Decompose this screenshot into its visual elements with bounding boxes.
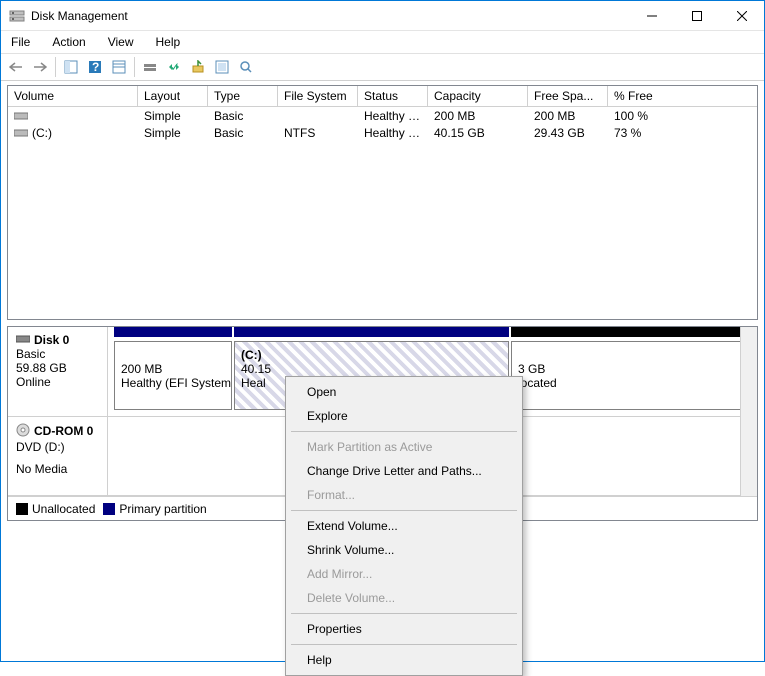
- svg-text:✓: ✓: [170, 60, 180, 74]
- column-type[interactable]: Type: [208, 86, 278, 106]
- partition-size: 200 MB: [121, 362, 225, 376]
- disk-list-button[interactable]: [139, 56, 161, 78]
- context-properties[interactable]: Properties: [289, 617, 519, 641]
- window-title: Disk Management: [31, 9, 629, 23]
- volume-free: 29.43 GB: [528, 125, 608, 141]
- forward-button[interactable]: [29, 56, 51, 78]
- context-change-letter[interactable]: Change Drive Letter and Paths...: [289, 459, 519, 483]
- volume-pctfree: 73 %: [608, 125, 757, 141]
- rescan-button[interactable]: [187, 56, 209, 78]
- context-separator: [291, 431, 517, 432]
- disk-management-window: Disk Management File Action View Help ? …: [0, 0, 765, 662]
- cdrom-icon: [16, 423, 30, 440]
- volume-fs: [278, 115, 358, 117]
- volume-type: Basic: [208, 125, 278, 141]
- volume-pctfree: 100 %: [608, 108, 757, 124]
- back-button[interactable]: [5, 56, 27, 78]
- refresh-button[interactable]: ✓: [163, 56, 185, 78]
- partition-efi[interactable]: 200 MB Healthy (EFI System P: [114, 341, 232, 410]
- disk-name: CD-ROM 0: [34, 424, 93, 438]
- volume-list-header: Volume Layout Type File System Status Ca…: [8, 86, 757, 107]
- volume-status: Healthy (E...: [358, 108, 428, 124]
- volume-row[interactable]: (C:) SimpleBasicNTFSHealthy (B...40.15 GB…: [8, 124, 757, 141]
- context-extend-volume[interactable]: Extend Volume...: [289, 514, 519, 538]
- toolbar-separator: [134, 57, 135, 77]
- vertical-scrollbar[interactable]: [740, 327, 757, 496]
- volume-free: 200 MB: [528, 108, 608, 124]
- disk-status: Online: [16, 375, 99, 389]
- legend-unallocated: Unallocated: [32, 502, 95, 516]
- context-separator: [291, 510, 517, 511]
- volume-icon: [14, 112, 28, 120]
- context-format: Format...: [289, 483, 519, 507]
- minimize-button[interactable]: [629, 1, 674, 30]
- volume-type: Basic: [208, 108, 278, 124]
- volume-icon: [14, 129, 28, 137]
- menu-view[interactable]: View: [104, 33, 138, 51]
- help-button[interactable]: ?: [84, 56, 106, 78]
- close-button[interactable]: [719, 1, 764, 30]
- find-button[interactable]: [235, 56, 257, 78]
- context-explore[interactable]: Explore: [289, 404, 519, 428]
- legend-primary: Primary partition: [119, 502, 206, 516]
- column-status[interactable]: Status: [358, 86, 428, 106]
- volume-capacity: 200 MB: [428, 108, 528, 124]
- volume-status: Healthy (B...: [358, 125, 428, 141]
- column-freespace[interactable]: Free Spa...: [528, 86, 608, 106]
- partition-name: (C:): [241, 348, 502, 362]
- partition-size: 40.15: [241, 362, 502, 376]
- column-capacity[interactable]: Capacity: [428, 86, 528, 106]
- show-hide-console-tree-button[interactable]: [60, 56, 82, 78]
- menu-help[interactable]: Help: [152, 33, 185, 51]
- context-add-mirror: Add Mirror...: [289, 562, 519, 586]
- disk-info[interactable]: Disk 0 Basic 59.88 GB Online: [8, 327, 108, 416]
- context-open[interactable]: Open: [289, 380, 519, 404]
- disk-icon: [16, 333, 30, 347]
- disk-status: No Media: [16, 462, 99, 476]
- volume-fs: NTFS: [278, 125, 358, 141]
- toolbar: ? ✓: [1, 53, 764, 81]
- context-separator: [291, 613, 517, 614]
- volume-layout: Simple: [138, 125, 208, 141]
- context-shrink-volume[interactable]: Shrink Volume...: [289, 538, 519, 562]
- app-icon: [9, 8, 25, 24]
- context-mark-active: Mark Partition as Active: [289, 435, 519, 459]
- titlebar: Disk Management: [1, 1, 764, 31]
- partition-status: located: [518, 376, 744, 390]
- column-layout[interactable]: Layout: [138, 86, 208, 106]
- disk-info[interactable]: CD-ROM 0 DVD (D:) No Media: [8, 417, 108, 496]
- disk-type: Basic: [16, 347, 99, 361]
- volume-capacity: 40.15 GB: [428, 125, 528, 141]
- menubar: File Action View Help: [1, 31, 764, 53]
- partition-status: Healthy (EFI System P: [121, 376, 225, 390]
- context-help[interactable]: Help: [289, 648, 519, 672]
- context-separator: [291, 644, 517, 645]
- toolbar-separator: [55, 57, 56, 77]
- column-pctfree[interactable]: % Free: [608, 86, 757, 106]
- disk-type: DVD (D:): [16, 440, 99, 454]
- partition-size: 3 GB: [518, 362, 744, 376]
- maximize-button[interactable]: [674, 1, 719, 30]
- svg-text:?: ?: [92, 60, 99, 74]
- volume-layout: Simple: [138, 108, 208, 124]
- context-menu: Open Explore Mark Partition as Active Ch…: [285, 376, 523, 676]
- column-filesystem[interactable]: File System: [278, 86, 358, 106]
- volume-list[interactable]: Volume Layout Type File System Status Ca…: [7, 85, 758, 320]
- volume-name: (C:): [32, 126, 52, 140]
- disk-size: 59.88 GB: [16, 361, 99, 375]
- volume-row[interactable]: SimpleBasicHealthy (E...200 MB200 MB100 …: [8, 107, 757, 124]
- settings-button[interactable]: [211, 56, 233, 78]
- window-buttons: [629, 1, 764, 30]
- partition-unallocated[interactable]: 3 GB located: [511, 341, 751, 410]
- menu-action[interactable]: Action: [48, 33, 89, 51]
- column-volume[interactable]: Volume: [8, 86, 138, 106]
- context-delete-volume: Delete Volume...: [289, 586, 519, 610]
- top-list-button[interactable]: [108, 56, 130, 78]
- disk-name: Disk 0: [34, 333, 69, 347]
- menu-file[interactable]: File: [7, 33, 34, 51]
